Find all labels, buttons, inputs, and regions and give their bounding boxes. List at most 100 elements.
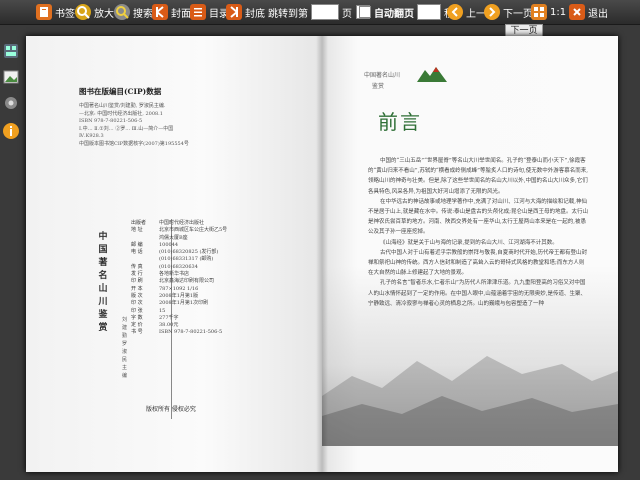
exit-label: 退出 <box>588 8 608 20</box>
cip-title: 图书在版编目(CIP)数据 <box>79 87 162 96</box>
back-cover-button[interactable]: 封底 <box>226 2 265 22</box>
pub-key <box>131 235 159 242</box>
copyright-notice: 版权所有 侵权必究 <box>146 406 196 413</box>
cover-icon <box>152 4 168 20</box>
search-button[interactable]: 搜索 <box>114 2 153 22</box>
pub-key: 电 话 <box>131 249 143 256</box>
autoflip-checkbox[interactable] <box>359 6 371 18</box>
pub-value: 38.00元 <box>159 322 179 329</box>
goto-page-input[interactable] <box>311 4 339 20</box>
exit-icon <box>569 4 585 20</box>
pub-row: 开 本 787×1092 1/16 <box>131 286 316 293</box>
pub-row: 印 张 15 <box>131 308 316 315</box>
side-toolbar <box>0 38 22 148</box>
toc-icon <box>190 4 206 20</box>
back-cover-icon <box>226 4 242 20</box>
pub-value: 787×1092 1/16 <box>159 285 199 292</box>
toolbar: 书签 放大 搜索 封面 目录 封底 跳转到第 页 自动翻页 秒 上一页 下一页 <box>0 0 640 25</box>
zoom-label: 放大 <box>94 8 114 20</box>
pub-value: ISBN 978-7-80221-506-5 <box>159 329 223 336</box>
ratio-button[interactable]: 1:1 <box>531 2 566 22</box>
pub-key: 开 本 <box>131 285 143 292</box>
pub-row: 字 数 277千字 <box>131 315 316 322</box>
brand-line2: 鉴赏 <box>372 83 385 90</box>
cip-line: 中国版本图书馆CIP数据核字(2007)第195554号 <box>79 140 189 147</box>
pub-value: (010)68331317 (邮购) <box>159 256 214 263</box>
next-label: 下一页 <box>503 8 533 20</box>
pub-value: 277千字 <box>159 314 179 321</box>
pub-key: 印 张 <box>131 307 143 314</box>
preface-paragraph: 孔子的名言“智者乐水,仁者乐山”为历代人所津津乐道。九九重阳登高的习俗又对中国人… <box>368 280 586 307</box>
goto-unit: 页 <box>342 8 352 20</box>
pub-key: 书 号 <box>131 329 143 336</box>
bookmark-label: 书签 <box>55 8 75 20</box>
image-icon[interactable] <box>2 68 20 86</box>
preface-paragraph: 《山海经》就是关于山与海的记录,提到的名山大川、江河湖海不计其数。 <box>380 239 558 246</box>
prev-icon <box>447 4 463 20</box>
mountain-logo-icon <box>417 67 447 82</box>
goto-page-control: 跳转到第 页 <box>268 2 370 22</box>
preface-paragraph: 中国的“三山五岳”“世界屋脊”等名山大川举世闻名。孔子的“登泰山而小天下”,徐霞… <box>368 158 588 195</box>
zoom-icon <box>75 4 91 20</box>
bookmark-button[interactable]: 书签 <box>36 2 75 22</box>
pub-key: 地 址 <box>131 227 143 234</box>
pub-key: 印 次 <box>131 300 143 307</box>
cip-line: 中国著名山川鉴赏/刘建勤, 罗淑民主编. <box>79 103 166 109</box>
autoflip-seconds-input[interactable] <box>417 4 441 20</box>
cip-line: ISBN 978-7-80221-506-5 <box>79 118 143 124</box>
pub-row: (010)68331317 (邮购) <box>131 256 316 263</box>
thumbnail-icon[interactable] <box>2 42 20 60</box>
cip-line: Ⅰ.中… Ⅱ.①刘… ②罗… Ⅲ.山—简介—中国 <box>79 125 174 132</box>
toc-button[interactable]: 目录 <box>190 2 229 22</box>
bookmark-icon <box>36 4 52 20</box>
pub-key <box>131 256 159 263</box>
exit-button[interactable]: 退出 <box>569 2 608 22</box>
right-page[interactable]: 中国著名山川 鉴赏 前言 中国的“三山五岳”“世界屋脊”等名山大川举世闻名。孔子… <box>322 36 618 472</box>
back-cover-label: 封底 <box>245 8 265 20</box>
cip-line: —北京: 中国时代经济出版社, 2008.1 <box>79 110 163 117</box>
pub-value: 2008年1月第1次印刷 <box>159 300 209 307</box>
autoflip-label: 自动翻页 <box>374 8 414 20</box>
pub-key: 传 真 <box>131 263 143 270</box>
pub-value: 北京市西城区车公庄大街乙5号 <box>159 227 228 234</box>
next-icon <box>484 4 500 20</box>
series-brand: 中国著名山川 鉴赏 <box>364 70 400 90</box>
pub-row: 定 价 38.00元 <box>131 322 316 329</box>
cip-block: 图书在版编目(CIP)数据 中国著名山川鉴赏/刘建勤, 罗淑民主编. —北京: … <box>79 86 279 148</box>
brand-line1: 中国著名山川 <box>364 72 401 79</box>
search-label: 搜索 <box>133 8 153 20</box>
preface-paragraph: 古代中国人对于山有着近乎宗教般的崇拜与敬畏,自夏商时代开始,历代帝王都有登山封禅… <box>368 249 587 277</box>
preface-paragraph: 在中华远古的神话故事或地理学著作中,充满了对山川、江河与大海的描绘和记载,神仙不… <box>368 198 588 236</box>
ratio-label: 1:1 <box>550 6 567 18</box>
book-spread: 图书在版编目(CIP)数据 中国著名山川鉴赏/刘建勤, 罗淑民主编. —北京: … <box>26 36 618 472</box>
pub-row: 印 次 2008年1月第1次印刷 <box>131 300 316 307</box>
goto-label: 跳转到第 <box>268 8 308 20</box>
preface-heading: 前言 <box>378 110 422 134</box>
vertical-book-title: 中国著名山川鉴赏 <box>98 232 108 333</box>
pub-row: 印 刷 北京鑫海达印刷有限公司 <box>131 278 316 285</box>
pub-row: 书 号 ISBN 978-7-80221-506-5 <box>131 329 316 336</box>
pub-value: 北京鑫海达印刷有限公司 <box>159 278 215 285</box>
pub-value: 15 <box>159 307 166 314</box>
cover-label: 封面 <box>171 8 191 20</box>
zoom-button[interactable]: 放大 <box>75 2 114 22</box>
search-icon <box>114 4 130 20</box>
pub-row: 地 址 北京市西城区车公庄大街乙5号 <box>131 227 316 234</box>
next-page-button[interactable]: 下一页 <box>484 2 533 22</box>
pub-value: 鸿儒大厦B座 <box>159 234 188 241</box>
mountain-landscape-icon <box>322 356 618 446</box>
publication-info: 出版者 中国时代经济出版社地 址北京市西城区车公庄大街乙5号 鸿儒大厦B座邮 编 10… <box>131 220 316 337</box>
book-spine <box>316 36 328 472</box>
pub-value: (010)68320634 <box>159 263 198 270</box>
preface-body: 中国的“三山五岳”“世界屋脊”等名山大川举世闻名。孔子的“登泰山而小天下”,徐霞… <box>368 156 588 309</box>
left-page[interactable]: 图书在版编目(CIP)数据 中国著名山川鉴赏/刘建勤, 罗淑民主编. —北京: … <box>26 36 322 472</box>
pub-row: 传 真 (010)68320634 <box>131 264 316 271</box>
settings-icon[interactable] <box>2 94 20 112</box>
cip-line: Ⅳ.K928.3 <box>79 133 104 139</box>
info-icon[interactable] <box>2 122 20 140</box>
ratio-icon <box>531 4 547 20</box>
autoflip-control: 自动翻页 秒 <box>359 2 454 22</box>
cover-button[interactable]: 封面 <box>152 2 191 22</box>
pub-row: 鸿儒大厦B座 <box>131 235 316 242</box>
pub-key: 印 刷 <box>131 278 143 285</box>
